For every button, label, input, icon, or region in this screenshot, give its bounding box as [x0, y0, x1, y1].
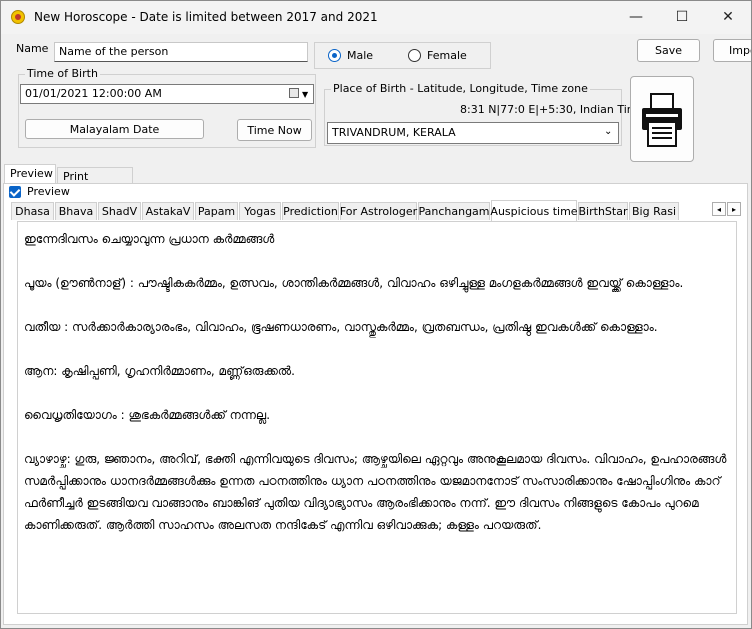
window-title: New Horoscope - Date is limited between …: [34, 10, 378, 24]
chevron-down-icon[interactable]: ⌄: [604, 127, 612, 137]
preview-checkbox-label: Preview: [27, 185, 70, 198]
tab-big-rasi[interactable]: Big Rasi: [629, 202, 679, 220]
male-radio[interactable]: [328, 49, 341, 62]
content-paragraph: വ്യാഴാഴ്ച: ഗുരു, ജ്ഞാനം, അറിവ്, ഭക്തി എന…: [24, 452, 727, 532]
tab-scroll-left-icon[interactable]: ◂: [712, 202, 726, 216]
chevron-down-icon[interactable]: ▼: [302, 91, 308, 99]
close-button[interactable]: ✕: [705, 1, 751, 33]
place-coordinates: 8:31 N|77:0 E|+5:30, Indian Time: [460, 103, 645, 116]
tab-for-astrologer[interactable]: For Astrologer: [340, 202, 417, 220]
app-icon: [11, 10, 25, 24]
maximize-button[interactable]: ☐: [659, 1, 705, 33]
horoscope-window: New Horoscope - Date is limited between …: [0, 0, 752, 629]
content-heading: ഇന്നേദിവസം ചെയ്യാവുന്ന പ്രധാന കർമ്മങ്ങൾ: [24, 232, 275, 246]
preview-checkbox[interactable]: [9, 186, 21, 198]
printer-icon: [642, 93, 682, 147]
tab-bhava[interactable]: Bhava: [55, 202, 97, 220]
tab-scroll-right-icon[interactable]: ▸: [727, 202, 741, 216]
tab-shadv[interactable]: ShadV: [98, 202, 141, 220]
malayalam-date-button[interactable]: Malayalam Date: [25, 119, 204, 139]
tab-auspicious-time[interactable]: Auspicious time: [490, 200, 578, 221]
content-line-3: ആന: കൃഷിപ്പണി, ഗൃഹനിർമ്മാണം, മണ്ണ്‌ഒരുക്…: [24, 364, 295, 378]
female-radio[interactable]: [408, 49, 421, 62]
title-bar: New Horoscope - Date is limited between …: [1, 1, 751, 34]
birth-datetime-picker[interactable]: 01/01/2021 12:00:00 AM: [20, 84, 314, 104]
tab-yogas[interactable]: Yogas: [239, 202, 281, 220]
minimize-button[interactable]: —: [613, 1, 659, 33]
content-line-2: വതീയ : സർക്കാർകാര്യാരംഭം, വിവാഹം, ഭൂഷണധാ…: [24, 320, 658, 334]
place-select-value: TRIVANDRUM, KERALA: [332, 126, 456, 139]
tab-dhasa[interactable]: Dhasa: [11, 202, 54, 220]
tab-preview[interactable]: Preview: [4, 164, 56, 184]
import-button[interactable]: Impo: [713, 39, 751, 62]
birth-datetime-value: 01/01/2021 12:00:00 AM: [25, 87, 162, 100]
tab-print-contents[interactable]: Print Contents: [57, 167, 133, 196]
tab-birthstar[interactable]: BirthStar: [578, 202, 628, 220]
time-of-birth-title: Time of Birth: [25, 67, 100, 80]
time-now-button[interactable]: Time Now: [237, 119, 312, 141]
tab-panchangam[interactable]: Panchangam: [418, 202, 490, 220]
tab-papam[interactable]: Papam: [195, 202, 238, 220]
female-label: Female: [427, 49, 467, 62]
name-input[interactable]: Name of the person: [54, 42, 308, 62]
save-button[interactable]: Save: [637, 39, 700, 62]
content-line-4: വൈധൃതിയോഗം : ശുഭകർമ്മങ്ങൾക്ക് നന്നല്ല.: [24, 408, 271, 422]
place-select[interactable]: TRIVANDRUM, KERALA: [327, 122, 619, 144]
name-label: Name: [16, 42, 49, 55]
auspicious-time-content: ഇന്നേദിവസം ചെയ്യാവുന്ന പ്രധാന കർമ്മങ്ങൾ …: [17, 221, 737, 614]
print-button[interactable]: [630, 76, 694, 162]
male-label: Male: [347, 49, 374, 62]
tab-prediction[interactable]: Prediction: [282, 202, 339, 220]
place-of-birth-title: Place of Birth - Latitude, Longitude, Ti…: [331, 82, 590, 95]
tab-astakav[interactable]: AstakaV: [142, 202, 194, 220]
content-line-1: പൂയം (ഊൺനാള്) : പൗഷ്ടികകർമ്മം, ഉത്സവം, ശ…: [24, 276, 684, 290]
calendar-icon[interactable]: [289, 88, 299, 98]
